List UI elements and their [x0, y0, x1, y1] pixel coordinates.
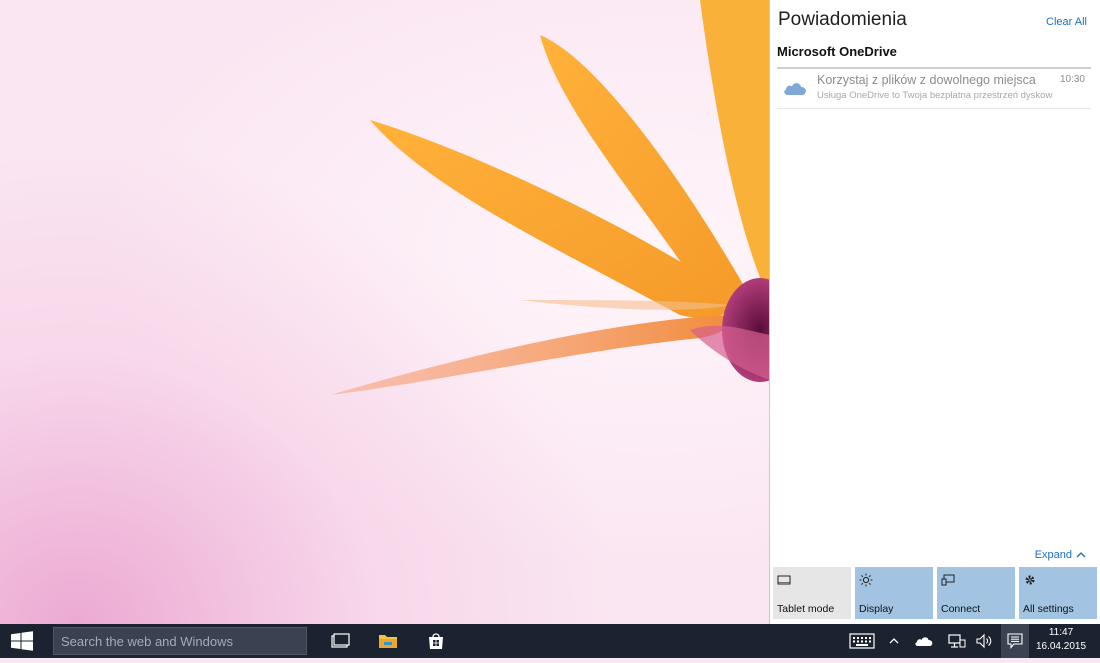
file-explorer-button[interactable] — [368, 624, 408, 658]
start-button[interactable] — [0, 624, 44, 658]
touch-keyboard-button[interactable] — [846, 624, 878, 658]
network-icon — [948, 634, 966, 648]
onedrive-cloud-icon — [782, 79, 808, 97]
tablet-mode-icon — [777, 573, 791, 585]
network-tray-button[interactable] — [944, 624, 970, 658]
connect-button[interactable]: Connect — [937, 567, 1015, 619]
clock-date: 16.04.2015 — [1035, 641, 1087, 652]
folder-icon — [379, 635, 397, 648]
speaker-icon — [976, 633, 992, 649]
expand-button[interactable]: Expand — [1035, 549, 1086, 561]
all-settings-label: All settings — [1023, 603, 1074, 615]
action-center-icon — [1007, 633, 1023, 649]
taskbar: 11:47 16.04.2015 — [0, 624, 1100, 658]
tablet-mode-button[interactable]: Tablet mode — [773, 567, 851, 619]
onedrive-tray-button[interactable] — [910, 624, 938, 658]
windows-logo-icon — [11, 631, 33, 651]
notification-body: Usługa OneDrive to Twoja bezpłatna przes… — [817, 90, 1053, 101]
store-icon — [429, 633, 443, 649]
notification-group-title: Microsoft OneDrive — [777, 44, 897, 59]
clear-all-button[interactable]: Clear All — [1046, 16, 1087, 28]
chevron-up-icon — [1076, 550, 1086, 561]
chevron-up-icon — [889, 638, 899, 644]
notification-item[interactable]: Korzystaj z plików z dowolnego miejsca U… — [777, 69, 1091, 109]
notification-title: Korzystaj z plików z dowolnego miejsca — [817, 73, 1036, 87]
onedrive-cloud-icon — [915, 637, 933, 646]
connect-label: Connect — [941, 603, 981, 615]
store-button[interactable] — [416, 624, 456, 658]
gear-icon — [1023, 573, 1037, 585]
action-center-button[interactable] — [1001, 624, 1029, 658]
brightness-icon — [859, 573, 873, 587]
all-settings-button[interactable]: All settings — [1019, 567, 1097, 619]
quick-actions: Tablet mode Display Connect All settings — [773, 567, 1097, 619]
connect-icon — [941, 573, 955, 586]
action-center-title: Powiadomienia — [778, 9, 907, 30]
display-button[interactable]: Display — [855, 567, 933, 619]
task-view-button[interactable] — [320, 624, 360, 658]
clock-time: 11:47 — [1048, 627, 1074, 638]
keyboard-icon — [849, 633, 875, 649]
flower-petals-image — [330, 0, 770, 395]
show-hidden-icons-button[interactable] — [884, 624, 904, 658]
tablet-mode-label: Tablet mode — [777, 603, 835, 615]
search-input[interactable] — [53, 627, 307, 655]
expand-label: Expand — [1034, 549, 1072, 561]
desktop-wallpaper — [0, 0, 770, 624]
display-label: Display — [859, 603, 894, 615]
task-view-icon — [331, 633, 350, 648]
volume-tray-button[interactable] — [972, 624, 998, 658]
notification-time: 10:30 — [1059, 74, 1085, 85]
system-clock[interactable]: 11:47 16.04.2015 — [1030, 626, 1092, 654]
action-center-panel: Powiadomienia Clear All Microsoft OneDri… — [769, 0, 1100, 624]
